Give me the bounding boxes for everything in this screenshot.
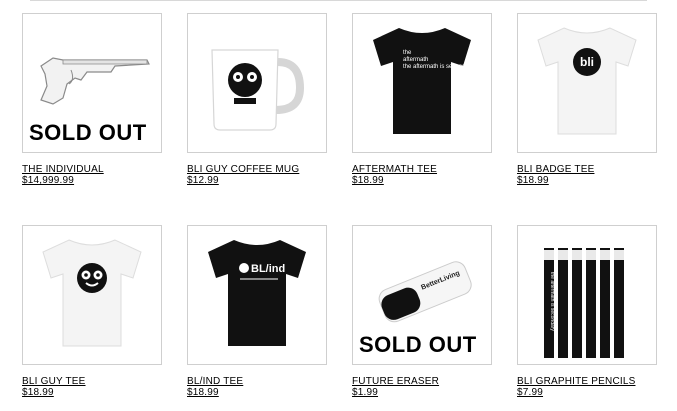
product-name-link[interactable]: AFTERMATH TEE bbox=[352, 164, 437, 175]
product-image-link[interactable]: SOLD OUT bbox=[22, 13, 162, 153]
product-name-link[interactable]: BLI GRAPHITE PENCILS bbox=[517, 376, 635, 387]
product-image-link[interactable] bbox=[22, 225, 162, 365]
product-price[interactable]: $18.99 bbox=[517, 175, 549, 186]
product-image-link[interactable] bbox=[187, 13, 327, 153]
product-name-link[interactable]: BLI GUY TEE bbox=[22, 376, 86, 387]
top-divider bbox=[30, 0, 647, 1]
badge-tee-image: bli bbox=[537, 27, 637, 135]
sold-out-badge: SOLD OUT bbox=[29, 120, 147, 145]
blind-tee-image: BL/ind bbox=[208, 240, 306, 346]
pencil-print: the aftermath is secondary bbox=[549, 272, 555, 331]
badge-logo: bli bbox=[580, 55, 594, 69]
guy-tee-image bbox=[42, 239, 142, 347]
product-image-link[interactable]: the aftermath the aftermath is secondary… bbox=[352, 13, 492, 153]
product-image-link[interactable]: the aftermath is secondary bbox=[517, 225, 657, 365]
blind-logo: BL/ind bbox=[251, 263, 285, 275]
product-name-link[interactable]: THE INDIVIDUAL bbox=[22, 164, 104, 175]
product-price[interactable]: $14,999.99 bbox=[22, 175, 74, 186]
product-image-link[interactable]: BetterLiving SOLD OUT bbox=[352, 225, 492, 365]
aftermath-tee-image: the aftermath the aftermath is secondary… bbox=[373, 28, 475, 134]
product-price[interactable]: $1.99 bbox=[352, 387, 378, 398]
sold-out-badge: SOLD OUT bbox=[359, 332, 477, 357]
product-price[interactable]: $12.99 bbox=[187, 175, 219, 186]
product-image-link[interactable]: bli bbox=[517, 13, 657, 153]
product-price[interactable]: $7.99 bbox=[517, 387, 543, 398]
product-name-link[interactable]: BL/IND TEE bbox=[187, 376, 243, 387]
product-image-link[interactable]: BL/ind bbox=[187, 225, 327, 365]
pencils-image: the aftermath is secondary bbox=[544, 248, 624, 358]
product-price[interactable]: $18.99 bbox=[187, 387, 219, 398]
product-price[interactable]: $18.99 bbox=[22, 387, 54, 398]
product-price[interactable]: $18.99 bbox=[352, 175, 384, 186]
product-name-link[interactable]: BLI GUY COFFEE MUG bbox=[187, 164, 299, 175]
product-name-link[interactable]: BLI BADGE TEE bbox=[517, 164, 594, 175]
mug-image bbox=[211, 49, 305, 131]
product-name-link[interactable]: FUTURE ERASER bbox=[352, 376, 439, 387]
